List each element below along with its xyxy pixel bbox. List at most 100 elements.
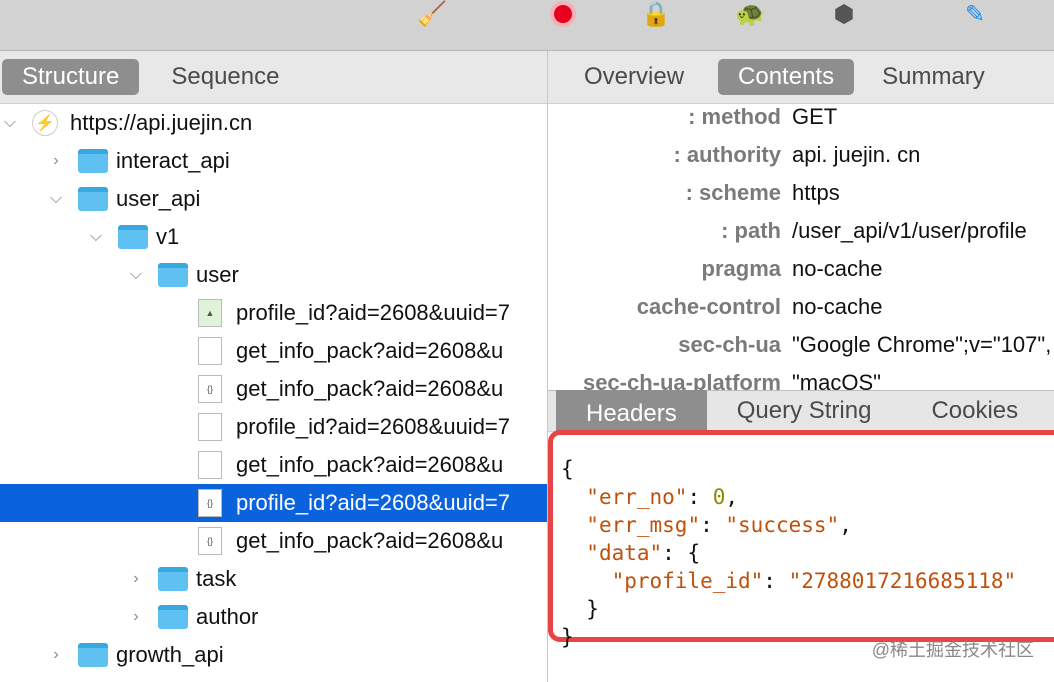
tree-item[interactable]: › task	[0, 560, 547, 598]
tree-item[interactable]: ▲ profile_id?aid=2608&uuid=7	[0, 294, 547, 332]
chevron-right-icon[interactable]: ›	[46, 646, 66, 664]
tab-contents[interactable]: Contents	[718, 59, 855, 95]
file-icon	[198, 413, 222, 441]
tree-item-label: get_info_pack?aid=2608&u	[236, 376, 504, 401]
header-value: "Google Chrome";v="107", "	[792, 332, 1054, 357]
tab-summary[interactable]: Summary	[862, 59, 1005, 95]
header-key: : scheme	[685, 180, 781, 205]
image-file-icon: ▲	[198, 299, 222, 327]
tree-item-label: profile_id?aid=2608&uuid=7	[236, 414, 511, 439]
header-key: sec-ch-ua	[678, 332, 781, 357]
tree-item-label: user	[196, 262, 239, 287]
chevron-right-icon[interactable]: ›	[126, 570, 146, 588]
record-icon[interactable]	[546, 0, 580, 28]
json-key: "data"	[586, 541, 663, 565]
tree-item-label: task	[196, 566, 237, 591]
host-lightning-icon: ⚡	[32, 110, 58, 136]
chevron-down-icon[interactable]: ⌵	[126, 266, 146, 284]
header-row: : path/user_api/v1/user/profile	[548, 218, 1054, 256]
tree-item-label: v1	[156, 224, 180, 249]
tree-item-label: profile_id?aid=2608&uuid=7	[236, 300, 511, 325]
ssl-lock-icon[interactable]: 🔒	[639, 0, 673, 28]
folder-icon	[158, 567, 188, 591]
header-value: no-cache	[792, 294, 883, 319]
chevron-down-icon[interactable]: ⌵	[0, 114, 20, 132]
header-key: : method	[688, 104, 781, 129]
header-value: https	[792, 180, 840, 205]
json-value: "2788017216685118"	[788, 569, 1017, 593]
tree-item-label: interact_api	[116, 148, 230, 173]
tree-item[interactable]: ⌵ ⚡ https://api.juejin.cn	[0, 104, 547, 142]
header-value: no-cache	[792, 256, 883, 281]
json-file-icon: {}	[198, 489, 222, 517]
throttle-turtle-icon[interactable]: 🐢	[733, 0, 767, 28]
watermark: @稀土掘金技术社区	[871, 640, 1034, 660]
json-value: 0	[712, 485, 726, 509]
compose-pen-icon[interactable]: ✎	[958, 0, 992, 28]
file-icon	[198, 337, 222, 365]
tree-item-label: profile_id?aid=2608&uuid=7	[236, 490, 511, 515]
tree-item-label: user_api	[116, 186, 201, 211]
header-value: api. juejin. cn	[792, 142, 921, 167]
tree-item-label: get_info_pack?aid=2608&u	[236, 452, 504, 477]
header-row: : scheme https	[548, 180, 1054, 218]
tree-item-label: get_info_pack?aid=2608&u	[236, 338, 504, 363]
tree-item-label: growth_api	[116, 642, 224, 667]
tree-item[interactable]: ⌵ v1	[0, 218, 547, 256]
contents-pane: Overview Contents Summary : method GET : a…	[548, 51, 1054, 682]
tab-cookies[interactable]: Cookies	[911, 393, 1038, 429]
chevron-right-icon[interactable]: ›	[126, 608, 146, 626]
tab-overview[interactable]: Overview	[564, 59, 704, 95]
header-row: : method GET	[548, 104, 1054, 142]
header-value: GET	[792, 104, 838, 129]
json-key: "err_msg"	[586, 513, 701, 537]
json-key: "profile_id"	[611, 569, 764, 593]
tree-item[interactable]: get_info_pack?aid=2608&u	[0, 446, 547, 484]
folder-icon	[158, 605, 188, 629]
tree-item-label: author	[196, 604, 259, 629]
folder-icon	[78, 643, 108, 667]
tree-item[interactable]: {} profile_id?aid=2608&uuid=7	[0, 484, 547, 522]
json-key: "err_no"	[586, 485, 688, 509]
tree-item[interactable]: get_info_pack?aid=2608&u	[0, 332, 547, 370]
tab-structure[interactable]: Structure	[2, 59, 140, 95]
tree-item[interactable]: ⌵ user	[0, 256, 547, 294]
header-key: : path	[721, 218, 781, 243]
folder-icon	[78, 187, 108, 211]
tree-item[interactable]: › author	[0, 598, 547, 636]
header-row: sec-ch-ua "Google Chrome";v="107", "	[548, 332, 1054, 370]
header-row: cache-control no-cache	[548, 294, 1054, 332]
toolbar: 🧹 🔒 🐢 ⬢ ✎	[0, 0, 1054, 51]
chevron-down-icon[interactable]: ⌵	[46, 190, 66, 208]
header-row: pragma no-cache	[548, 256, 1054, 294]
json-value: "success"	[725, 513, 840, 537]
tree-item-label: https://api.juejin.cn	[70, 110, 253, 135]
header-value: /user_api/v1/user/profile	[792, 218, 1027, 243]
tree-item-label: get_info_pack?aid=2608&u	[236, 528, 504, 553]
header-key: : authority	[673, 142, 781, 167]
folder-icon	[78, 149, 108, 173]
tree-item[interactable]: {} get_info_pack?aid=2608&u	[0, 370, 547, 408]
broom-icon[interactable]: 🧹	[415, 0, 449, 28]
chevron-right-icon[interactable]: ›	[46, 152, 66, 170]
tree-item[interactable]: › growth_api	[0, 636, 547, 674]
json-response-body: { "err_no": 0, "err_msg": "success", "da…	[548, 430, 1054, 649]
json-file-icon: {}	[198, 527, 222, 555]
chevron-down-icon[interactable]: ⌵	[86, 228, 106, 246]
tab-headers[interactable]: Headers	[556, 390, 707, 432]
tree-item[interactable]: profile_id?aid=2608&uuid=7	[0, 408, 547, 446]
json-file-icon: {}	[198, 375, 222, 403]
tab-sequence[interactable]: Sequence	[151, 59, 299, 95]
header-key: pragma	[701, 256, 781, 281]
header-row: : authority api. juejin. cn	[548, 142, 1054, 180]
breakpoint-hexagon-icon[interactable]: ⬢	[827, 0, 861, 28]
tree-item[interactable]: › interact_api	[0, 142, 547, 180]
header-key: cache-control	[636, 294, 781, 319]
structure-pane: Structure Sequence ⌵ ⚡ https://api.juejin.…	[0, 51, 547, 682]
folder-icon	[118, 225, 148, 249]
tab-query-string[interactable]: Query String	[717, 393, 892, 429]
tree-item[interactable]: ⌵ user_api	[0, 180, 547, 218]
tree-item[interactable]: {} get_info_pack?aid=2608&u	[0, 522, 547, 560]
folder-icon	[158, 263, 188, 287]
file-icon	[198, 451, 222, 479]
